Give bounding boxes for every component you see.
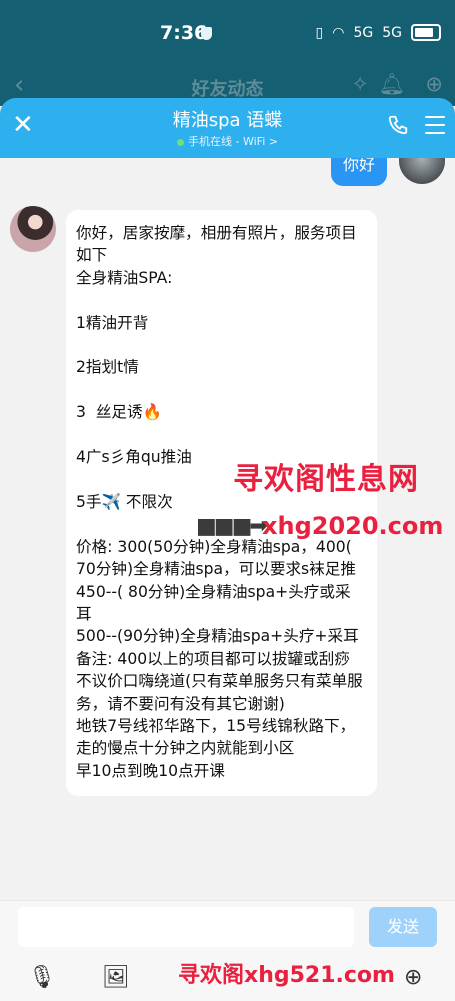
arrow-icon: ■■■➡	[196, 514, 268, 539]
message-input[interactable]	[18, 907, 354, 947]
chat-header: ✕ 精油spa 语蝶 手机在线 - WiFi >	[0, 98, 455, 158]
vibrate-icon: ▯	[315, 24, 324, 41]
wifi-icon: ◠	[332, 24, 345, 41]
add-icon[interactable]: ⊕	[404, 965, 422, 990]
contact-avatar[interactable]	[10, 206, 56, 252]
image-icon[interactable]: 🖼︎	[102, 965, 130, 990]
phone-icon[interactable]	[387, 114, 409, 136]
input-bar: 发送 🎙︎ 🖼︎ ⊕ 寻欢阁xhg521.com	[0, 900, 455, 1001]
watermark-middle: xhg2020.com	[262, 512, 444, 540]
online-dot-icon	[177, 138, 185, 146]
bell-icon[interactable]: 🔔︎	[378, 72, 405, 97]
my-avatar[interactable]	[399, 158, 445, 184]
sparkle-icon[interactable]: ✧	[351, 72, 369, 96]
send-button[interactable]: 发送	[369, 907, 437, 947]
watermark-bottom: 寻欢阁xhg521.com	[178, 963, 395, 988]
online-status-text: 手机在线 - WiFi >	[188, 135, 278, 148]
mic-icon[interactable]: 🎙︎	[28, 965, 56, 990]
menu-icon[interactable]	[425, 116, 445, 140]
system-icons: ▯ ◠ 5G 5G	[316, 24, 441, 41]
shield-icon	[201, 27, 212, 40]
plus-circle-icon[interactable]: ⊕	[425, 72, 443, 96]
signal-icon-1: 5G	[353, 24, 374, 41]
contact-message-bubble[interactable]: 你好，居家按摩，相册有照片，服务项目如下 全身精油SPA: 1精油开背 2指划t…	[66, 210, 377, 797]
my-message-bubble[interactable]: 你好	[330, 158, 387, 186]
battery-icon	[411, 24, 441, 41]
signal-icon-2: 5G	[382, 24, 402, 41]
watermark-top: 寻欢阁性息网	[233, 462, 419, 497]
status-bar: 7:36 ▯ ◠ 5G 5G	[0, 0, 455, 66]
